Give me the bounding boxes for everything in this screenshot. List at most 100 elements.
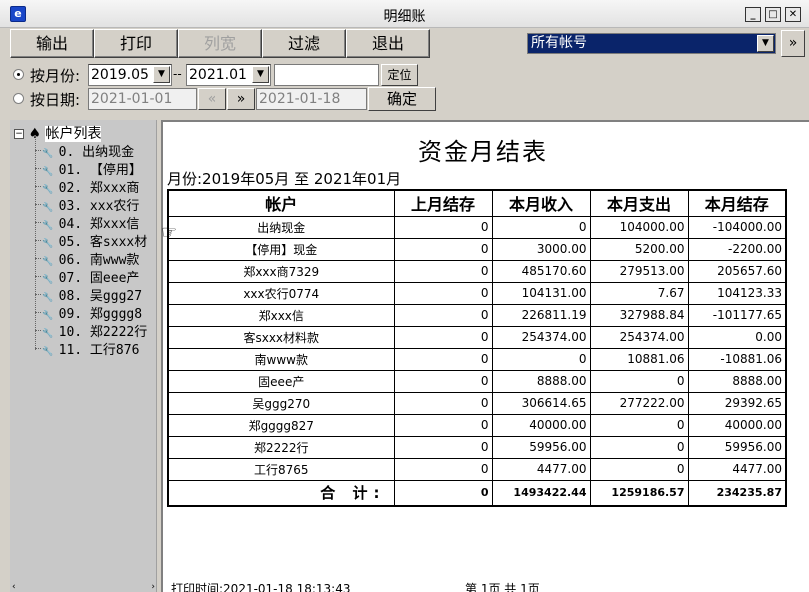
table-row[interactable]: 【停用】现金 0 3000.00 5200.00 -2200.00 <box>167 237 787 261</box>
amount-cell: -2200.00 <box>687 237 787 261</box>
tree-item[interactable]: 🔧 01. 【停用】 <box>42 159 142 178</box>
table-row[interactable]: 出纳现金 0 0 104000.00 -104000.00 <box>167 215 787 239</box>
print-time: 打印时间:2021-01-18 18:13:43 <box>171 582 351 592</box>
table-row[interactable]: 郑xxx商7329 0 485170.60 279513.00 205657.60 <box>167 259 787 283</box>
print-button[interactable]: 打印 <box>94 29 178 58</box>
report-area: 资金月结表 月份:2019年05月 至 2021年01月 帐户 上月结存 本月收… <box>161 120 809 592</box>
prev-button[interactable]: « <box>198 88 226 110</box>
more-button[interactable]: » <box>781 30 805 57</box>
confirm-button[interactable]: 确定 <box>368 87 436 111</box>
exit-button[interactable]: 退出 <box>346 29 430 58</box>
table-row[interactable]: 南www款 0 0 10881.06 -10881.06 <box>167 347 787 371</box>
close-button[interactable]: ✕ <box>785 7 801 22</box>
tree-item-label: 08. 吴ggg27 <box>58 289 143 304</box>
month-to-select[interactable]: 2021.01 ▼ <box>186 64 271 86</box>
amount-cell: 205657.60 <box>687 259 787 283</box>
minimize-button[interactable]: _ <box>745 7 761 22</box>
total-amount: 1259186.57 <box>589 479 689 507</box>
table-row[interactable]: 郑xxx信 0 226811.19 327988.84 -101177.65 <box>167 303 787 327</box>
amount-cell: 0 <box>393 413 493 437</box>
amount-cell: 104131.00 <box>491 281 591 305</box>
account-cell: 【停用】现金 <box>167 237 395 261</box>
amount-cell: 0 <box>589 413 689 437</box>
report-title: 资金月结表 <box>418 138 548 166</box>
column-header: 上月结存 <box>393 189 493 217</box>
amount-cell: 254374.00 <box>491 325 591 349</box>
tree-item[interactable]: 🔧 03. xxx农行 <box>42 195 139 214</box>
tree-item-label: 01. 【停用】 <box>58 163 142 178</box>
report-period: 月份:2019年05月 至 2021年01月 <box>167 170 402 188</box>
column-header: 本月结存 <box>687 189 787 217</box>
chevron-down-icon[interactable]: ▼ <box>153 66 170 83</box>
amount-cell: 0 <box>589 369 689 393</box>
account-icon: 🔧 <box>42 167 59 177</box>
amount-cell: 5200.00 <box>589 237 689 261</box>
account-select[interactable]: 所有帐号 ▼ <box>527 33 776 54</box>
tree-item[interactable]: 🔧 07. 固eee产 <box>42 267 139 286</box>
tree-item[interactable]: 🔧 04. 郑xxx信 <box>42 213 139 232</box>
amount-cell: 0 <box>393 347 493 371</box>
amount-cell: 8888.00 <box>687 369 787 393</box>
month-from-value: 2019.05 <box>91 67 149 83</box>
account-icon: 🔧 <box>42 185 59 195</box>
tree-item[interactable]: 🔧 09. 郑gggg8 <box>42 303 142 322</box>
filter-button[interactable]: 过滤 <box>262 29 346 58</box>
amount-cell: 0 <box>393 457 493 481</box>
amount-cell: 0 <box>589 435 689 459</box>
amount-cell: 0 <box>393 281 493 305</box>
account-cell: 工行8765 <box>167 457 395 481</box>
amount-cell: 279513.00 <box>589 259 689 283</box>
table-row[interactable]: 郑2222行 0 59956.00 0 59956.00 <box>167 435 787 459</box>
tree-item[interactable]: 🔧 11. 工行876 <box>42 339 139 358</box>
table-row[interactable]: 吴ggg270 0 306614.65 277222.00 29392.65 <box>167 391 787 415</box>
tree-item[interactable]: 🔧 0. 出纳现金 <box>42 141 134 160</box>
table-row[interactable]: 郑gggg827 0 40000.00 0 40000.00 <box>167 413 787 437</box>
month-from-select[interactable]: 2019.05 ▼ <box>88 64 172 86</box>
tree-root[interactable]: − ♠ 帐户列表 <box>14 123 102 143</box>
account-tree[interactable]: − ♠ 帐户列表 🔧 0. 出纳现金 🔧 01. 【停用】 🔧 02. 郑xxx商 🔧… <box>10 120 157 592</box>
chevron-down-icon[interactable]: ▼ <box>757 35 774 52</box>
tree-item-label: 05. 客sxxx材 <box>58 235 148 250</box>
date-from-input[interactable]: 2021-01-01 <box>88 88 197 110</box>
amount-cell: -10881.06 <box>687 347 787 371</box>
next-button[interactable]: » <box>227 88 255 110</box>
chevron-down-icon[interactable]: ▼ <box>252 66 269 83</box>
locate-input[interactable] <box>274 64 379 86</box>
column-width-button[interactable]: 列宽 <box>178 29 262 58</box>
account-cell: 出纳现金 <box>167 215 395 239</box>
export-button[interactable]: 输出 <box>10 29 94 58</box>
tree-item[interactable]: 🔧 05. 客sxxx材 <box>42 231 147 250</box>
date-to-input[interactable]: 2021-01-18 <box>256 88 367 110</box>
maximize-button[interactable]: □ <box>765 7 781 22</box>
amount-cell: 0 <box>393 303 493 327</box>
title-bar: e 明细账 _ □ ✕ <box>0 0 809 28</box>
tree-item[interactable]: 🔧 10. 郑2222行 <box>42 321 147 340</box>
by-date-radio[interactable] <box>13 93 24 104</box>
table-row[interactable]: 工行8765 0 4477.00 0 4477.00 <box>167 457 787 481</box>
amount-cell: 104123.33 <box>687 281 787 305</box>
total-amount: 0 <box>393 479 493 507</box>
tree-scrollbar[interactable]: ‹ › <box>10 582 157 592</box>
account-icon: 🔧 <box>42 311 59 321</box>
amount-cell: 0 <box>393 259 493 283</box>
tree-item-label: 02. 郑xxx商 <box>58 181 140 196</box>
account-icon: 🔧 <box>42 257 59 267</box>
by-month-radio[interactable] <box>13 69 24 80</box>
collapse-icon[interactable]: − <box>14 129 24 139</box>
tree-item[interactable]: 🔧 06. 南www款 <box>42 249 139 268</box>
column-header: 本月支出 <box>589 189 689 217</box>
account-cell: 郑2222行 <box>167 435 395 459</box>
tree-item[interactable]: 🔧 08. 吴ggg27 <box>42 285 142 304</box>
tree-item[interactable]: 🔧 02. 郑xxx商 <box>42 177 139 196</box>
table-row[interactable]: 固eee产 0 8888.00 0 8888.00 <box>167 369 787 393</box>
table-row[interactable]: xxx农行0774 0 104131.00 7.67 104123.33 <box>167 281 787 305</box>
amount-cell: 4477.00 <box>687 457 787 481</box>
scroll-right-icon[interactable]: › <box>151 582 155 592</box>
locate-button[interactable]: 定位 <box>381 64 418 86</box>
amount-cell: 40000.00 <box>687 413 787 437</box>
tree-root-label: 帐户列表 <box>45 126 102 142</box>
scroll-left-icon[interactable]: ‹ <box>12 582 16 592</box>
amount-cell: 7.67 <box>589 281 689 305</box>
table-row[interactable]: 客sxxx材料款 0 254374.00 254374.00 0.00 <box>167 325 787 349</box>
amount-cell: 3000.00 <box>491 237 591 261</box>
